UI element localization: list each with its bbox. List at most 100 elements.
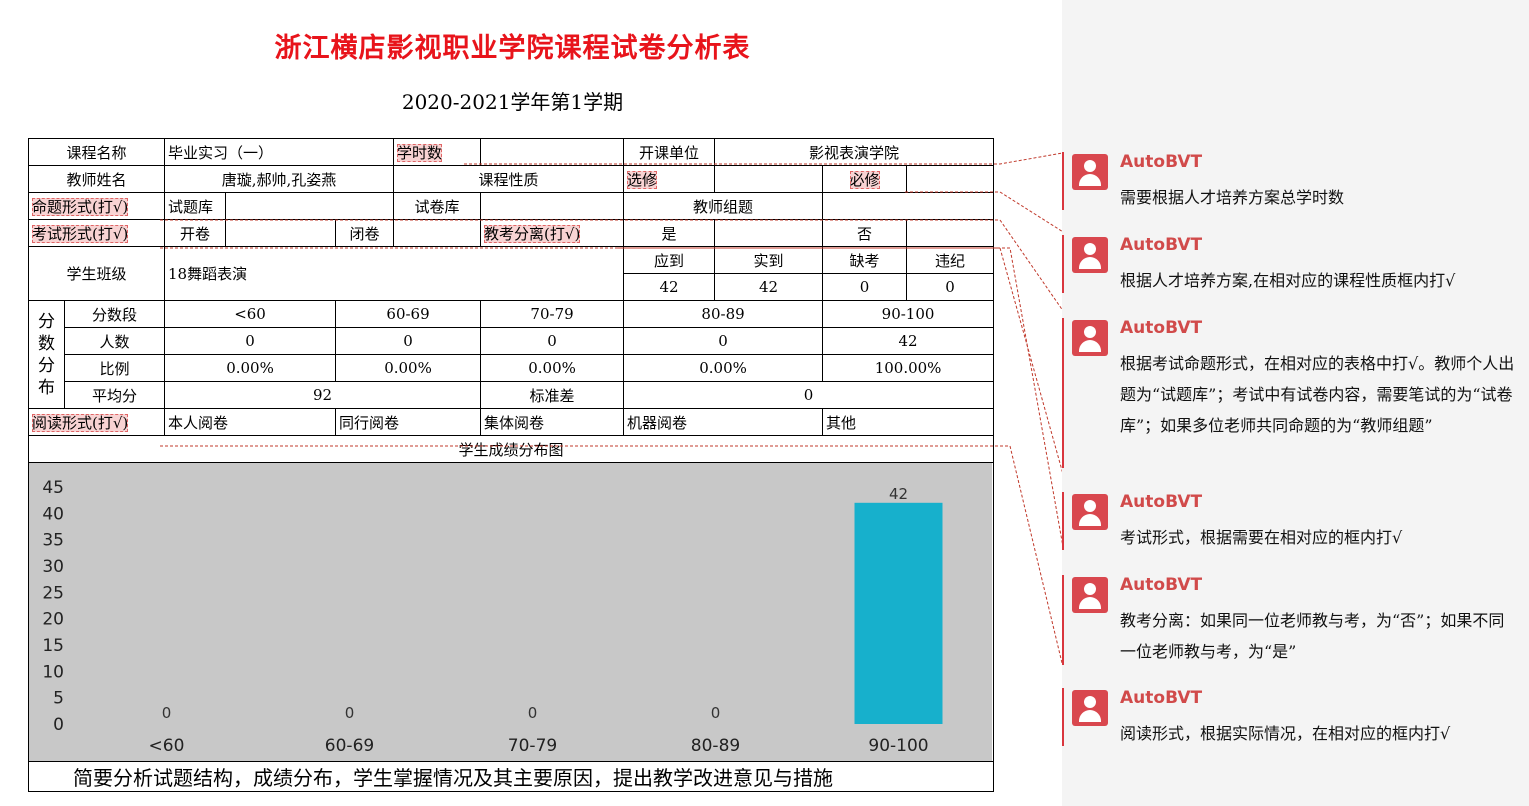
comment-accent-bar bbox=[1062, 152, 1064, 210]
y-tick-label: 25 bbox=[42, 583, 64, 603]
reading-machine[interactable]: 机器阅卷 bbox=[623, 408, 824, 436]
band-label: 分数段 bbox=[63, 300, 166, 328]
count-lt60: 0 bbox=[164, 327, 337, 355]
course-name-label: 课程名称 bbox=[27, 138, 166, 166]
distribution-section-label: 分数分布 bbox=[28, 300, 65, 409]
y-tick-label: 20 bbox=[42, 610, 64, 630]
std-label: 标准差 bbox=[480, 381, 625, 409]
question-bank-check[interactable] bbox=[225, 192, 395, 220]
teacher-label: 教师姓名 bbox=[27, 165, 166, 193]
y-tick-label: 35 bbox=[42, 531, 64, 551]
separation-label-cell: 教考分离(打√) bbox=[480, 219, 625, 247]
teacher-group-check[interactable] bbox=[822, 192, 995, 220]
x-tick-label: 90-100 bbox=[868, 736, 928, 756]
comment-author: AutoBVT bbox=[1120, 152, 1203, 172]
user-avatar-icon bbox=[1072, 577, 1108, 613]
comment-card[interactable]: AutoBVT 考试形式，根据需要在相对应的框内打√ bbox=[1062, 492, 1529, 550]
analysis-prompt[interactable]: 简要分析试题结构，成绩分布，学生掌握情况及其主要原因，提出教学改进意见与措施 bbox=[27, 761, 995, 792]
question-form-label-cell: 命题形式(打√) bbox=[27, 192, 166, 220]
user-avatar-icon bbox=[1072, 237, 1108, 273]
count-80-89: 0 bbox=[623, 327, 824, 355]
comment-author: AutoBVT bbox=[1120, 235, 1203, 255]
ratio-80-89: 0.00% bbox=[623, 354, 824, 382]
separation-yes-check[interactable] bbox=[714, 219, 824, 247]
chart-bar bbox=[854, 502, 943, 724]
absent-label: 缺考 bbox=[822, 246, 908, 274]
separation-no-check[interactable] bbox=[906, 219, 995, 247]
chart-background bbox=[29, 463, 992, 761]
band-90-100: 90-100 bbox=[822, 300, 995, 328]
dept-value[interactable]: 影视表演学院 bbox=[714, 138, 995, 166]
exam-form-label-cell: 考试形式(打√) bbox=[27, 219, 166, 247]
user-avatar-icon bbox=[1072, 320, 1108, 356]
ratio-lt60: 0.00% bbox=[164, 354, 337, 382]
count-90-100: 42 bbox=[822, 327, 995, 355]
open-book-check[interactable] bbox=[225, 219, 337, 247]
comment-text: 根据考试命题形式，在相对应的表格中打√。教师个人出题为“试题库”；考试中有试卷内… bbox=[1120, 354, 1515, 435]
y-tick-label: 40 bbox=[42, 504, 64, 524]
x-tick-label: 60-69 bbox=[325, 736, 374, 756]
ratio-70-79: 0.00% bbox=[480, 354, 625, 382]
paper-bank-check[interactable] bbox=[480, 192, 625, 220]
band-lt60: <60 bbox=[164, 300, 337, 328]
actual-value[interactable]: 42 bbox=[714, 273, 824, 301]
std-value: 0 bbox=[623, 381, 995, 409]
comment-card[interactable]: AutoBVT 阅读形式，根据实际情况，在相对应的框内打√ bbox=[1062, 688, 1529, 746]
band-60-69: 60-69 bbox=[335, 300, 482, 328]
chart-cell: 0 5 10 15 20 25 30 35 40 45 0 <60 0 60-69 0 70-79 0 80-89… bbox=[27, 462, 995, 762]
y-tick-label: 0 bbox=[53, 715, 64, 735]
term-subtitle: 2020-2021学年第1学期 bbox=[401, 90, 624, 114]
comment-card[interactable]: AutoBVT 根据考试命题形式，在相对应的表格中打√。教师个人出题为“试题库”… bbox=[1062, 318, 1529, 468]
reading-group[interactable]: 集体阅卷 bbox=[480, 408, 625, 436]
reading-peer[interactable]: 同行阅卷 bbox=[335, 408, 482, 436]
class-value[interactable]: 18舞蹈表演 bbox=[164, 246, 625, 301]
required-check[interactable] bbox=[906, 165, 995, 193]
reading-self[interactable]: 本人阅卷 bbox=[164, 408, 337, 436]
question-form-label: 命题形式(打√) bbox=[32, 197, 129, 216]
comment-card[interactable]: AutoBVT 需要根据人才培养方案总学时数 bbox=[1062, 152, 1529, 210]
ratio-60-69: 0.00% bbox=[335, 354, 482, 382]
actual-label: 实到 bbox=[714, 246, 824, 274]
x-tick-label: 70-79 bbox=[508, 736, 557, 756]
course-name-value[interactable]: 毕业实习（一） bbox=[164, 138, 395, 166]
bar-data-label: 0 bbox=[711, 704, 721, 722]
comment-text: 教考分离：如果同一位老师教与考，为“否”；如果不同一位老师教与考，为“是” bbox=[1120, 611, 1505, 661]
bar-data-label: 0 bbox=[345, 704, 355, 722]
required-label-cell: 必修 bbox=[822, 165, 908, 193]
separation-label: 教考分离(打√) bbox=[484, 224, 581, 243]
comment-card[interactable]: AutoBVT 根据人才培养方案,在相对应的课程性质框内打√ bbox=[1062, 235, 1529, 293]
comment-text: 考试形式，根据需要在相对应的框内打√ bbox=[1120, 528, 1403, 547]
teacher-value[interactable]: 唐璇,郝帅,孔姿燕 bbox=[164, 165, 395, 193]
elective-check[interactable] bbox=[714, 165, 824, 193]
distribution-section-text: 分数分布 bbox=[38, 311, 55, 398]
nature-label: 课程性质 bbox=[393, 165, 625, 193]
x-tick-label: 80-89 bbox=[691, 736, 740, 756]
bar-data-label: 0 bbox=[162, 704, 172, 722]
comment-card[interactable]: AutoBVT 教考分离：如果同一位老师教与考，为“否”；如果不同一位老师教与考… bbox=[1062, 575, 1529, 665]
question-bank-label: 试题库 bbox=[164, 192, 227, 220]
bar-data-label: 0 bbox=[528, 704, 538, 722]
count-label: 人数 bbox=[63, 327, 166, 355]
class-label: 学生班级 bbox=[27, 246, 166, 301]
ratio-label: 比例 bbox=[63, 354, 166, 382]
score-distribution-chart: 0 5 10 15 20 25 30 35 40 45 0 <60 0 60-69 0 70-79 0 80-89… bbox=[29, 463, 992, 761]
due-value[interactable]: 42 bbox=[623, 273, 716, 301]
comment-text: 根据人才培养方案,在相对应的课程性质框内打√ bbox=[1120, 271, 1456, 290]
reading-other[interactable]: 其他 bbox=[822, 408, 995, 436]
comment-accent-bar bbox=[1062, 492, 1064, 550]
chart-title: 学生成绩分布图 bbox=[27, 435, 995, 463]
elective-label-cell: 选修 bbox=[623, 165, 716, 193]
teacher-group-label: 教师组题 bbox=[623, 192, 824, 220]
absent-value[interactable]: 0 bbox=[822, 273, 908, 301]
avg-label: 平均分 bbox=[63, 381, 166, 409]
closed-book-check[interactable] bbox=[393, 219, 482, 247]
hours-value[interactable] bbox=[480, 138, 625, 166]
bar-data-label: 42 bbox=[889, 485, 908, 503]
user-avatar-icon bbox=[1072, 690, 1108, 726]
exam-form-label: 考试形式(打√) bbox=[32, 224, 129, 243]
user-avatar-icon bbox=[1072, 154, 1108, 190]
violation-value[interactable]: 0 bbox=[906, 273, 995, 301]
hours-label: 学时数 bbox=[397, 143, 443, 162]
y-tick-label: 10 bbox=[42, 662, 64, 682]
comment-author: AutoBVT bbox=[1120, 575, 1203, 595]
